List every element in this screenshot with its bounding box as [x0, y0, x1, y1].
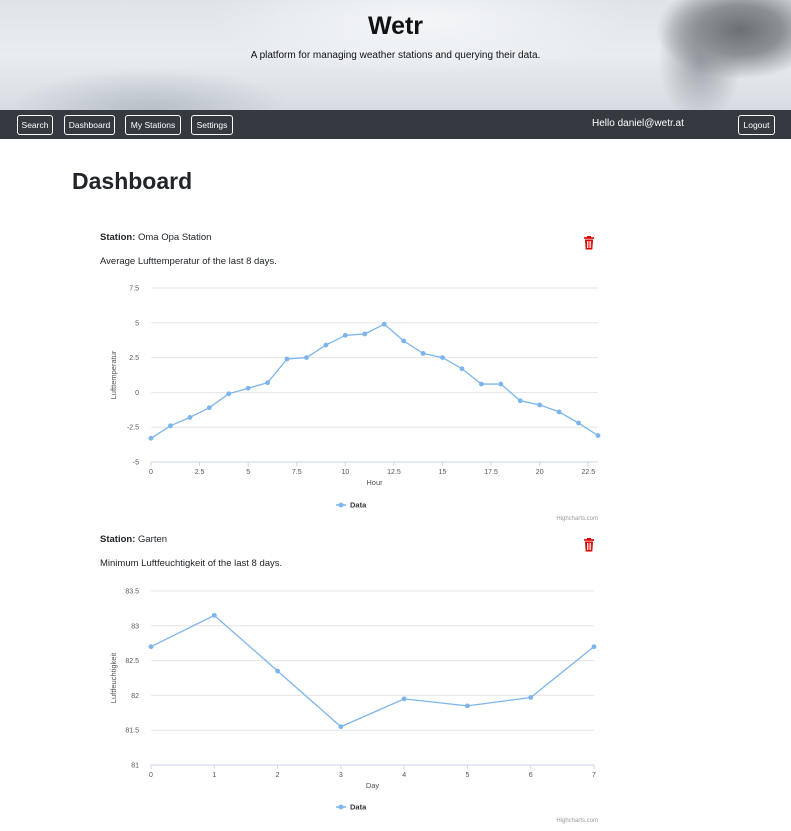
data-point [591, 644, 597, 650]
x-tick-label: 5 [246, 469, 250, 476]
x-tick-label: 0 [149, 772, 153, 779]
x-axis-title: Hour [366, 478, 383, 487]
x-tick-label: 10 [341, 469, 349, 476]
logout-button[interactable]: Logout [738, 115, 775, 135]
data-point [459, 366, 465, 372]
data-point [187, 415, 193, 420]
chart-credits: Highcharts.com [556, 516, 598, 522]
station-info: Station: Oma Opa Station [100, 232, 211, 243]
data-point [148, 644, 154, 650]
legend-item: Data [350, 803, 367, 812]
trash-icon[interactable] [583, 538, 595, 552]
station-label: Station: [100, 534, 136, 545]
station-name: Garten [138, 534, 168, 545]
station-info: Station: Garten [100, 534, 167, 545]
navbar: Search Dashboard My Stations Settings He… [0, 110, 791, 139]
x-tick-label: 1 [212, 772, 216, 779]
series-line [150, 614, 595, 728]
data-point [401, 696, 407, 702]
data-point [362, 331, 368, 337]
dashboard-button[interactable]: Dashboard [64, 115, 115, 135]
user-greeting: Hello daniel@wetr.at [592, 118, 684, 129]
search-button[interactable]: Search [17, 115, 53, 135]
data-point [381, 321, 387, 327]
data-point [226, 391, 232, 397]
app-title: Wetr [367, 12, 424, 40]
data-point [338, 724, 344, 730]
data-point [304, 355, 309, 360]
station-label: Station: [100, 232, 136, 243]
x-tick-label: 7 [592, 772, 596, 779]
data-point [465, 703, 470, 709]
y-axis-title: Luftfeuchtigkeit [109, 652, 118, 703]
y-tick-label: 82 [131, 693, 139, 700]
y-tick-label: 2.5 [129, 355, 139, 362]
x-tick-label: 12.5 [387, 469, 401, 476]
humidity-chart: 83.5 83 82.5 82 81.5 81 0 1 2 3 4 5 6 7 Day Luftfeuchti… [109, 589, 598, 825]
x-tick-label: 2.5 [195, 469, 205, 476]
series-line [150, 323, 599, 439]
temperature-chart: 7.5 5 2.5 0 -2.5 -5 0 2.5 5 7.5 10 12.5 15 17.5 20 22.5… [109, 286, 601, 522]
chart-credits: Highcharts.com [556, 818, 598, 824]
chart-description: Minimum Luftfeuchtigkeit of the last 8 d… [100, 558, 283, 569]
legend-item: Data [350, 501, 367, 510]
data-point [168, 423, 173, 429]
data-point [265, 380, 271, 386]
my-stations-button[interactable]: My Stations [125, 115, 181, 135]
x-tick-label: 7.5 [292, 469, 302, 476]
y-tick-label: 82.5 [125, 658, 139, 665]
legend-swatch-marker [338, 502, 344, 508]
data-point [275, 668, 280, 674]
data-point [401, 338, 407, 344]
data-point [595, 433, 601, 438]
x-tick-label: 22.5 [581, 469, 595, 476]
station-name: Oma Opa Station [138, 232, 212, 243]
app-subtitle: A platform for managing weather stations… [250, 50, 541, 61]
data-point [498, 381, 504, 387]
x-tick-label: 0 [149, 469, 153, 476]
settings-button[interactable]: Settings [191, 115, 233, 135]
legend-swatch-marker [338, 804, 344, 810]
data-point [517, 398, 523, 404]
data-point [342, 332, 348, 338]
data-point [211, 612, 217, 618]
x-tick-label: 5 [465, 772, 469, 779]
y-tick-label: 81.5 [125, 728, 139, 735]
y-tick-label: 7.5 [129, 286, 139, 293]
x-tick-label: 4 [402, 772, 406, 779]
x-tick-label: 15 [439, 469, 447, 476]
header-banner: Wetr A platform for managing weather sta… [0, 0, 791, 110]
data-point [148, 435, 154, 441]
data-point [478, 381, 484, 387]
y-tick-label: -5 [133, 460, 139, 467]
data-point [440, 355, 445, 360]
trash-icon[interactable] [583, 236, 595, 250]
data-point [576, 420, 581, 426]
x-axis-title: Day [366, 781, 380, 790]
y-axis-title: Lufttemperatur [109, 350, 118, 399]
y-tick-label: -2.5 [127, 425, 139, 432]
y-tick-label: 83.5 [125, 589, 139, 596]
x-tick-label: 2 [276, 772, 280, 779]
data-point [323, 342, 329, 348]
data-point [528, 695, 534, 700]
data-point [245, 385, 251, 391]
data-point [556, 409, 562, 415]
data-point [537, 402, 543, 408]
x-tick-label: 20 [536, 469, 544, 476]
chart-description: Average Lufttemperatur of the last 8 day… [100, 256, 277, 267]
y-tick-label: 83 [131, 623, 139, 630]
x-tick-label: 3 [339, 772, 343, 779]
x-tick-label: 17.5 [484, 469, 498, 476]
y-tick-label: 0 [135, 390, 139, 397]
data-point [206, 405, 212, 411]
x-tick-label: 6 [529, 772, 533, 779]
data-point [284, 356, 290, 362]
y-tick-label: 5 [135, 320, 139, 327]
data-point [420, 351, 426, 356]
y-tick-label: 81 [131, 763, 139, 770]
page-title: Dashboard [72, 168, 193, 194]
